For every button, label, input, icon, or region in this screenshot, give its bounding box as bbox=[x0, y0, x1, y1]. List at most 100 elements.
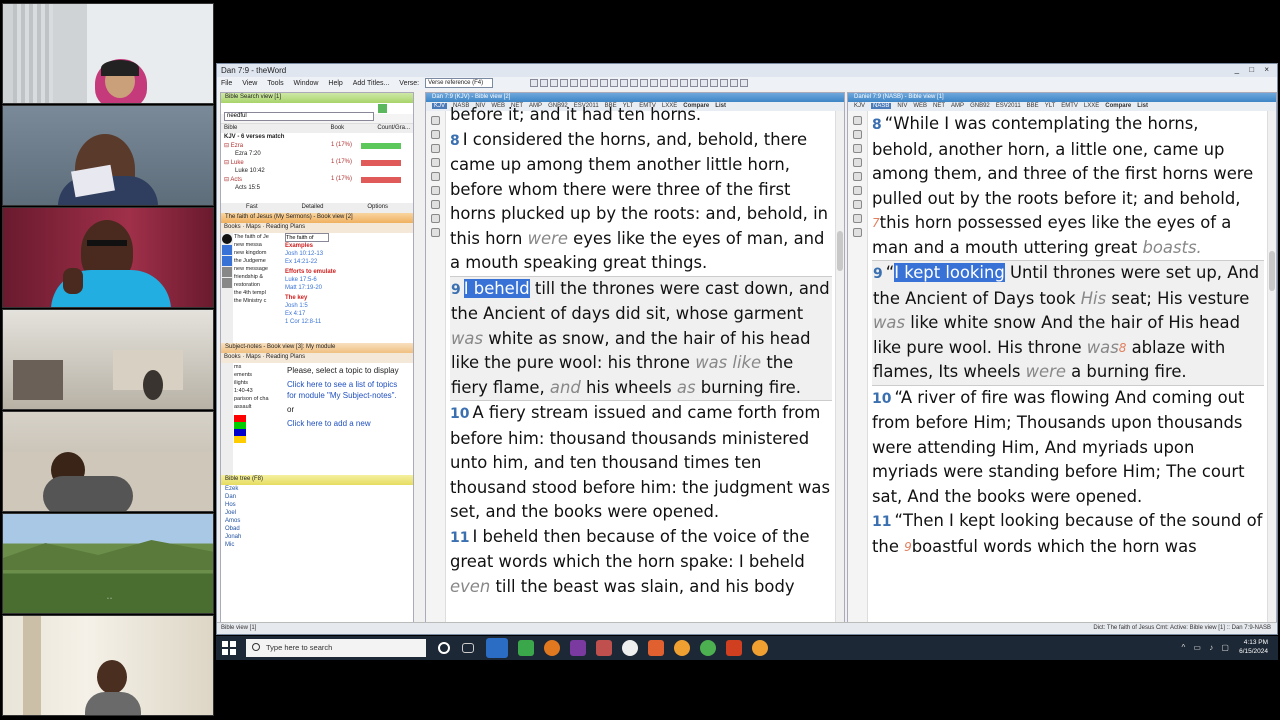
version-tab[interactable]: AMP bbox=[951, 103, 964, 109]
col-count[interactable]: Count/Gra... bbox=[377, 125, 410, 132]
menu-window[interactable]: Window bbox=[290, 78, 323, 89]
book-ref-link[interactable]: Josh 10:12-13 bbox=[285, 250, 405, 258]
menu-file[interactable]: File bbox=[217, 78, 236, 89]
window-controls[interactable]: _ □ × bbox=[1235, 65, 1273, 74]
subject-tree-item[interactable]: parison of cha bbox=[234, 395, 284, 403]
version-tab[interactable]: BBE bbox=[1027, 103, 1039, 109]
version-tab[interactable]: KJV bbox=[432, 103, 448, 109]
toolbar-icon[interactable] bbox=[680, 79, 689, 87]
book-tree-item[interactable]: restoration bbox=[234, 281, 284, 289]
taskbar-search[interactable]: Type here to search bbox=[246, 639, 426, 657]
toolbar-icon[interactable] bbox=[700, 79, 709, 87]
version-tab[interactable]: ESV2011 bbox=[996, 103, 1021, 109]
result-ref[interactable]: Ezra 7:20 bbox=[221, 150, 413, 158]
book-ref-link[interactable]: Ex 14:21-22 bbox=[285, 258, 405, 266]
subject-tree-item[interactable]: ms bbox=[234, 363, 284, 371]
participant-tile-7[interactable] bbox=[2, 615, 214, 716]
tab-options[interactable]: Options bbox=[367, 204, 388, 212]
version-tab[interactable]: KJV bbox=[854, 103, 865, 109]
bible-tree-item[interactable]: Hos bbox=[225, 501, 413, 509]
scrollbar[interactable] bbox=[1267, 111, 1276, 623]
search-go-icon[interactable] bbox=[378, 104, 388, 113]
pencil-icon[interactable] bbox=[222, 267, 232, 277]
scrollbar[interactable] bbox=[835, 111, 844, 623]
bookmark-icon[interactable] bbox=[853, 186, 862, 195]
bible-text[interactable]: before it; and it had ten horns. 8I cons… bbox=[450, 103, 832, 623]
footnote-marker[interactable]: 9 bbox=[904, 540, 912, 554]
powerpoint-icon[interactable] bbox=[726, 640, 742, 656]
toolbar-icon[interactable] bbox=[670, 79, 679, 87]
verse-10[interactable]: 10 “A river of fire was flowing And comin… bbox=[872, 386, 1264, 510]
maps-icon[interactable] bbox=[622, 640, 638, 656]
bible-tree-item[interactable]: Joel bbox=[225, 509, 413, 517]
chrome-icon[interactable] bbox=[700, 640, 716, 656]
participant-tile-3-active-speaker[interactable] bbox=[2, 207, 214, 308]
book-tree-item[interactable]: new message bbox=[234, 265, 284, 273]
book-tree-item[interactable]: the Ministry c bbox=[234, 297, 284, 305]
toolbar-icon[interactable] bbox=[570, 79, 579, 87]
version-tab[interactable]: NET bbox=[933, 103, 945, 109]
book-ref-link[interactable]: Josh 1:5 bbox=[285, 302, 405, 310]
color-palette[interactable] bbox=[234, 415, 246, 443]
nav-icon[interactable] bbox=[431, 116, 440, 125]
verse-number[interactable]: 10 bbox=[450, 406, 469, 422]
col-book[interactable]: Book bbox=[330, 125, 344, 132]
toolbar-icon[interactable] bbox=[660, 79, 669, 87]
subject-topics-link[interactable]: Click here to see a list of topics for m… bbox=[287, 379, 405, 401]
toolbar-icon[interactable] bbox=[640, 79, 649, 87]
verse-number[interactable]: 11 bbox=[450, 530, 469, 546]
tab-reading-plans[interactable]: Reading Plans bbox=[266, 224, 305, 230]
tab-maps[interactable]: Maps bbox=[246, 354, 261, 360]
toolbar-icon[interactable] bbox=[710, 79, 719, 87]
toolbar-icon[interactable] bbox=[600, 79, 609, 87]
theword-taskbar-icon[interactable] bbox=[486, 638, 508, 658]
col-bible[interactable]: Bible bbox=[224, 125, 237, 132]
toolbar-icon[interactable] bbox=[610, 79, 619, 87]
tab-reading-plans[interactable]: Reading Plans bbox=[266, 354, 305, 360]
book-tree-item[interactable]: The faith of Je bbox=[234, 233, 284, 241]
subject-tree-item[interactable]: ements bbox=[234, 371, 284, 379]
tab-maps[interactable]: Maps bbox=[246, 224, 261, 230]
bookmark-icon[interactable] bbox=[431, 186, 440, 195]
zoom-in-icon[interactable] bbox=[431, 158, 440, 167]
search-result-row[interactable]: ⊟ Acts 1 (17%) bbox=[221, 175, 413, 184]
settings-icon[interactable] bbox=[853, 228, 862, 237]
tab-detailed[interactable]: Detailed bbox=[301, 204, 323, 212]
cortana-icon[interactable] bbox=[438, 642, 450, 654]
verse-number[interactable]: 9 bbox=[873, 266, 883, 282]
app-icon[interactable] bbox=[596, 640, 612, 656]
tab-books[interactable]: Books bbox=[224, 354, 241, 360]
nav-icon[interactable] bbox=[853, 130, 862, 139]
cursor-icon[interactable] bbox=[222, 256, 232, 266]
version-tab[interactable]: YLT bbox=[1045, 103, 1056, 109]
toolbar-icon[interactable] bbox=[650, 79, 659, 87]
verse-9-current[interactable]: 9 “I kept looking Until thrones were set … bbox=[872, 260, 1264, 386]
nav-icon[interactable] bbox=[853, 144, 862, 153]
toolbar-icon[interactable] bbox=[530, 79, 539, 87]
bible-tree-item[interactable]: Ezek bbox=[225, 485, 413, 493]
version-tab[interactable]: GNB92 bbox=[970, 103, 990, 109]
book-ref-link[interactable]: Luke 17:5-6 bbox=[285, 276, 405, 284]
verse-11[interactable]: 11 I beheld then because of the voice of … bbox=[450, 525, 832, 600]
book-tree-item[interactable]: new messa bbox=[234, 241, 284, 249]
menu-help[interactable]: Help bbox=[324, 78, 346, 89]
app-icon[interactable] bbox=[518, 640, 534, 656]
result-ref[interactable]: Acts 15:5 bbox=[221, 184, 413, 192]
search-result-row[interactable]: ⊟ Luke 1 (17%) bbox=[221, 158, 413, 167]
settings-icon[interactable] bbox=[431, 228, 440, 237]
verse-number[interactable]: 9 bbox=[451, 282, 461, 298]
menu-view[interactable]: View bbox=[238, 78, 261, 89]
verse-8[interactable]: 8 “While I was contemplating the horns, b… bbox=[872, 112, 1264, 260]
highlight-icon[interactable] bbox=[853, 200, 862, 209]
toolbar-icon[interactable] bbox=[590, 79, 599, 87]
footnote-marker[interactable]: 7 bbox=[872, 216, 880, 230]
book-combo[interactable]: The faith of bbox=[285, 233, 329, 242]
bible-tree-item[interactable]: Amos bbox=[225, 517, 413, 525]
result-ref[interactable]: Luke 10:42 bbox=[221, 167, 413, 175]
version-tab[interactable]: WEB bbox=[913, 103, 927, 109]
subject-add-link[interactable]: Click here to add a new bbox=[287, 418, 405, 429]
nav-icon[interactable] bbox=[431, 144, 440, 153]
verse-number[interactable]: 10 bbox=[872, 391, 891, 407]
menu-add-titles[interactable]: Add Titles... bbox=[349, 78, 394, 89]
toolbar-icon[interactable] bbox=[550, 79, 559, 87]
